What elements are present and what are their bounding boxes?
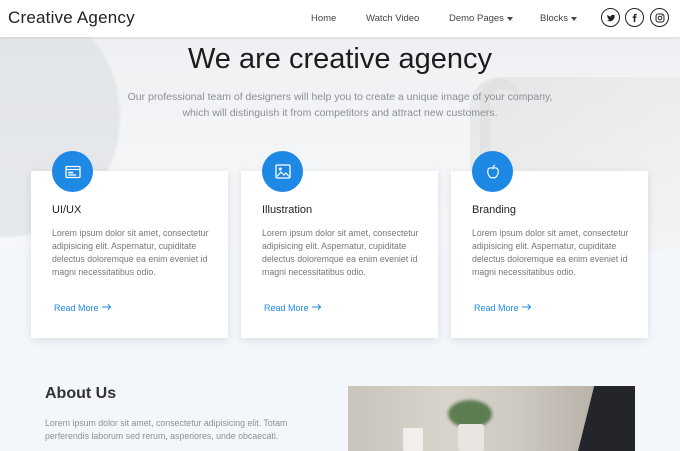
hero-title: We are creative agency (187, 43, 493, 75)
plant-pot-shape (458, 424, 484, 451)
service-card-illustration: Illustration Lorem ipsum dolor sit amet,… (241, 151, 438, 338)
about-image (348, 386, 635, 451)
nav-item-label: Blocks (540, 13, 568, 24)
browser-window-icon (52, 151, 93, 192)
card-text: Lorem ipsum dolor sit amet, consectetur … (262, 228, 419, 277)
card-text: Lorem ipsum dolor sit amet, consectetur … (472, 228, 629, 277)
read-more-label: Read More (474, 303, 519, 313)
twitter-icon[interactable] (601, 8, 620, 27)
service-card-branding: Branding Lorem ipsum dolor sit amet, con… (451, 151, 648, 338)
read-more-link[interactable]: Read More (474, 303, 532, 313)
read-more-label: Read More (264, 303, 309, 313)
hero-subtitle: Our professional team of designers will … (100, 89, 580, 121)
nav-item-label: Home (311, 13, 337, 24)
card-text: Lorem ipsum dolor sit amet, consectetur … (52, 228, 209, 277)
nav-item-label: Watch Video (366, 13, 420, 24)
instagram-icon[interactable] (650, 8, 669, 27)
read-more-link[interactable]: Read More (264, 303, 322, 313)
chevron-down-icon (506, 16, 513, 21)
chevron-down-icon (570, 16, 577, 21)
card-title: Illustration (262, 204, 313, 216)
laptop-shape (578, 386, 635, 451)
brand-logo[interactable]: Creative Agency (8, 8, 135, 28)
nav-item-watch-video[interactable]: Watch Video (366, 13, 419, 24)
arrow-right-icon (311, 303, 322, 313)
about-title: About Us (45, 385, 117, 402)
card-title: Branding (472, 204, 517, 216)
nav-item-blocks[interactable]: Blocks (540, 13, 577, 24)
read-more-label: Read More (54, 303, 99, 313)
hero-subtitle-line: which will distinguish it from competito… (182, 107, 498, 119)
card-title: UI/UX (52, 204, 82, 216)
read-more-link[interactable]: Read More (54, 303, 112, 313)
service-card-uiux: UI/UX Lorem ipsum dolor sit amet, consec… (31, 151, 228, 338)
image-icon (262, 151, 303, 192)
cup-shape (403, 428, 423, 451)
nav-item-home[interactable]: Home (311, 13, 336, 24)
arrow-right-icon (101, 303, 112, 313)
arrow-right-icon (521, 303, 532, 313)
nav-item-demo-pages[interactable]: Demo Pages (449, 13, 513, 24)
hero-subtitle-line: Our professional team of designers will … (127, 91, 553, 103)
nav-item-label: Demo Pages (449, 13, 504, 24)
about-text: Lorem ipsum dolor sit amet, consectetur … (45, 418, 288, 441)
facebook-icon[interactable] (625, 8, 644, 27)
apple-icon (472, 151, 513, 192)
navbar: Creative Agency Home Watch Video Demo Pa… (0, 0, 680, 37)
